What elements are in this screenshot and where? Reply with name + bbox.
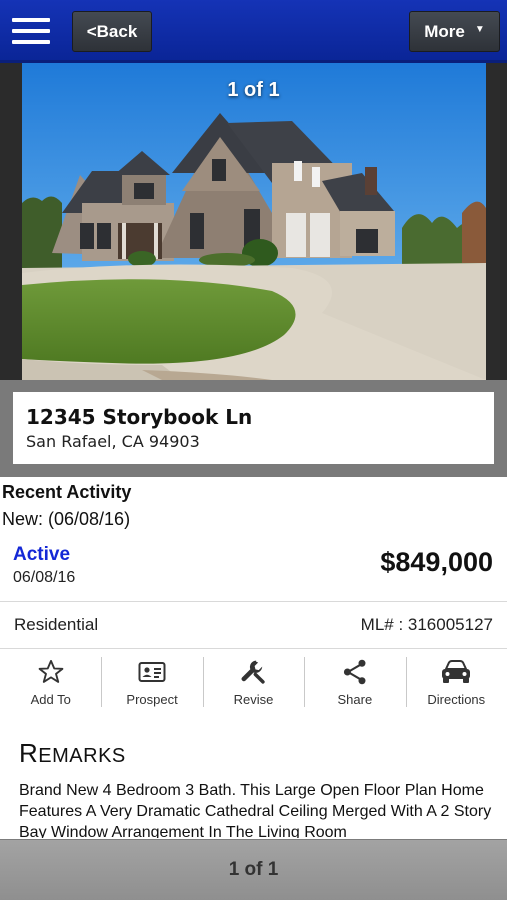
listing-info-row: Residential ML# : 316005127 xyxy=(0,601,507,649)
house-photo[interactable] xyxy=(22,63,486,380)
pager-label: 1 of 1 xyxy=(228,859,279,880)
add-to-button[interactable]: Add To xyxy=(0,650,101,712)
share-button[interactable]: Share xyxy=(304,650,405,712)
prospect-label: Prospect xyxy=(126,692,178,707)
property-type: Residential xyxy=(14,615,99,634)
photo-gallery[interactable]: 1 of 1 xyxy=(0,63,507,380)
add-to-label: Add To xyxy=(30,692,71,707)
address-card: 12345 Storybook Ln San Rafael, CA 94903 xyxy=(13,392,494,464)
remarks-heading-rest: EMARKS xyxy=(38,745,126,767)
mls-number: ML# : 316005127 xyxy=(360,615,493,634)
remarks-text: Brand New 4 Bedroom 3 Bath. This Large O… xyxy=(19,782,492,838)
share-label: Share xyxy=(337,692,373,707)
photo-counter: 1 of 1 xyxy=(227,79,280,101)
address-band: 12345 Storybook Ln San Rafael, CA 94903 xyxy=(0,380,507,477)
car-icon xyxy=(442,660,471,683)
remarks-heading: REMARKS xyxy=(19,738,126,769)
star-icon xyxy=(38,659,64,683)
remarks-heading-initial: R xyxy=(19,738,39,768)
recent-activity-title: Recent Activity xyxy=(2,482,132,502)
status-label: Active xyxy=(13,544,71,565)
prospect-button[interactable]: Prospect xyxy=(101,650,202,712)
top-nav-bar: <Back More ▼ xyxy=(0,0,507,63)
status-date: 06/08/16 xyxy=(13,569,76,586)
share-icon xyxy=(343,659,366,685)
listing-price: $849,000 xyxy=(380,547,493,577)
action-bar: Add To Prospect Revise Share Directions xyxy=(0,650,507,712)
more-button-label: More xyxy=(424,21,465,41)
contact-card-icon xyxy=(138,662,166,682)
directions-button[interactable]: Directions xyxy=(405,650,507,712)
back-button-label: <Back xyxy=(86,21,138,41)
wrench-icon xyxy=(242,660,266,684)
hamburger-menu-icon[interactable] xyxy=(12,18,50,44)
street-address: 12345 Storybook Ln xyxy=(26,405,253,429)
back-button[interactable]: <Back xyxy=(72,11,152,52)
recent-activity-item: New: (06/08/16) xyxy=(2,509,131,529)
revise-button[interactable]: Revise xyxy=(202,650,304,712)
directions-label: Directions xyxy=(427,692,486,707)
more-button[interactable]: More ▼ xyxy=(409,11,500,52)
revise-label: Revise xyxy=(233,692,274,707)
caret-down-icon: ▼ xyxy=(474,24,485,35)
footer-pager: 1 of 1 xyxy=(0,839,507,900)
city-state-zip: San Rafael, CA 94903 xyxy=(26,432,200,451)
